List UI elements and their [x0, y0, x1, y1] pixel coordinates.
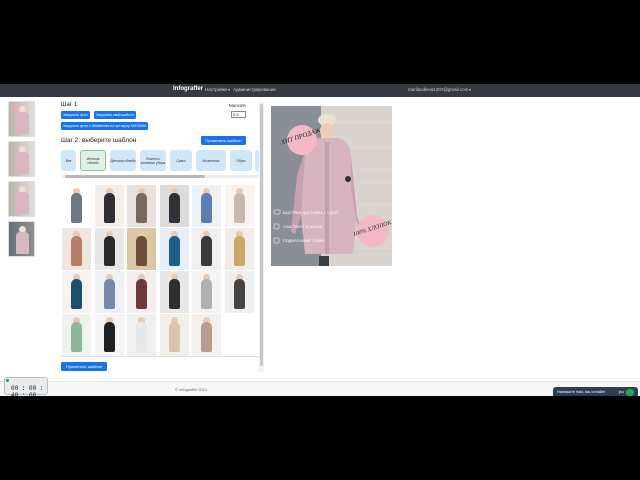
preview-feature-1: БЫСТРАЯ ДОСТАВКА 1 3 ДНЯ	[283, 211, 338, 215]
badge-thumbnail	[11, 105, 18, 110]
template-thumbnail[interactable]	[94, 185, 124, 227]
timer-value: 00 : 00 : 40 : 00	[11, 385, 44, 399]
template-thumbnail[interactable]	[192, 271, 221, 313]
mask-select[interactable]: 0.5	[231, 111, 246, 118]
template-panel-scrollbar[interactable]	[259, 102, 264, 372]
chat-badge: jivo	[618, 390, 624, 394]
preview-image: ХИТ ПРОДАЖ 100% ХЛОПОК БЫСТРАЯ ДОСТАВКА …	[271, 106, 392, 266]
template-thumbnail[interactable]	[94, 271, 124, 313]
scrollbar-thumb[interactable]	[260, 104, 263, 366]
photo-thumbnail[interactable]	[8, 181, 35, 217]
photo-thumbnail[interactable]	[8, 221, 35, 257]
upload-by-article-button[interactable]: Загрузить фото с Wildberries по артикулу…	[61, 122, 149, 130]
template-thumbnail[interactable]	[127, 314, 156, 356]
nav-admin-link[interactable]: Администрирование	[233, 87, 276, 92]
upload-photo-button[interactable]: Загрузить фото	[61, 111, 91, 119]
apply-template-button[interactable]: Применить шаблон	[201, 136, 246, 145]
category-scrollbar[interactable]	[61, 175, 259, 178]
chat-bubble-icon	[626, 389, 634, 396]
template-thumbnail[interactable]	[127, 271, 156, 313]
category-bags[interactable]: Сумки	[170, 150, 192, 171]
template-thumbnail[interactable]	[62, 271, 91, 313]
chat-widget[interactable]: Напишите нам, мы онлайн! jivo	[553, 387, 638, 396]
template-thumbnail[interactable]	[62, 314, 91, 356]
category-kids[interactable]: Детская одежда	[110, 150, 136, 171]
footer-copyright: © Infograffer 2021	[175, 387, 208, 392]
step2-title: Шаг 2: выберите шаблон	[61, 137, 137, 144]
chat-text: Напишите нам, мы онлайн!	[557, 390, 606, 394]
category-all[interactable]: Все	[61, 150, 76, 171]
template-thumbnail[interactable]	[192, 314, 221, 356]
brand-link[interactable]: Infograffer	[173, 86, 203, 92]
template-thumbnail[interactable]	[127, 228, 156, 270]
template-thumbnail[interactable]	[159, 314, 189, 356]
navbar: Infograffer Настройки Администрирование …	[0, 84, 640, 97]
template-thumbnail[interactable]	[192, 185, 221, 227]
step1-title: Шаг 1	[61, 102, 78, 108]
template-thumbnail[interactable]	[127, 185, 156, 227]
nav-settings-label: Настройки	[205, 87, 228, 92]
template-thumbnail[interactable]	[62, 185, 91, 227]
user-email: marilavdieva1407@gmail.com	[408, 87, 469, 92]
template-thumbnail[interactable]	[224, 185, 254, 227]
scrollbar-thumb[interactable]	[65, 175, 205, 178]
footer: © Infograffer 2021	[0, 381, 640, 396]
category-dresses[interactable]: Платья и головные уборы	[140, 150, 166, 171]
template-thumbnail[interactable]	[159, 185, 189, 227]
recording-timer: 00 : 00 : 40 : 00	[4, 377, 48, 399]
template-thumbnail[interactable]	[94, 314, 124, 356]
template-thumbnail[interactable]	[159, 228, 189, 270]
chevron-down-icon	[469, 88, 472, 91]
preview-feature-2: УЧАСТВУЕТ В АКЦИИ	[283, 225, 323, 229]
template-thumbnail[interactable]	[94, 228, 124, 270]
template-thumbnail[interactable]	[224, 271, 254, 313]
category-shoes[interactable]: Обувь	[230, 150, 252, 171]
category-cosmetics[interactable]: Косметика	[196, 150, 226, 171]
divider	[61, 356, 259, 357]
mask-label: Маска%	[229, 103, 247, 108]
template-thumbnail[interactable]	[224, 228, 254, 270]
app-window: Infograffer Настройки Администрирование …	[0, 84, 640, 396]
preview-feature-3: ПОДАРОЧНЫЙ ТОВАР	[283, 239, 325, 243]
photo-thumbnail[interactable]	[8, 141, 35, 177]
chevron-down-icon	[228, 88, 231, 91]
apply-template-button-bottom[interactable]: Применить шаблон	[61, 362, 107, 371]
photo-thumbnail[interactable]	[8, 101, 35, 137]
upload-own-template-button[interactable]: Загрузить свой шаблон	[94, 111, 136, 119]
template-thumbnail[interactable]	[159, 271, 189, 313]
template-thumbnail[interactable]	[62, 228, 91, 270]
record-dot-icon	[6, 379, 9, 382]
template-thumbnail[interactable]	[192, 228, 221, 270]
mask-value: 0.5	[233, 112, 239, 117]
category-womens[interactable]: Женская одежда	[80, 150, 106, 171]
nav-settings-dropdown[interactable]: Настройки	[205, 87, 231, 92]
user-menu-dropdown[interactable]: marilavdieva1407@gmail.com	[408, 87, 472, 92]
template-preview: ХИТ ПРОДАЖ 100% ХЛОПОК БЫСТРАЯ ДОСТАВКА …	[271, 106, 392, 266]
